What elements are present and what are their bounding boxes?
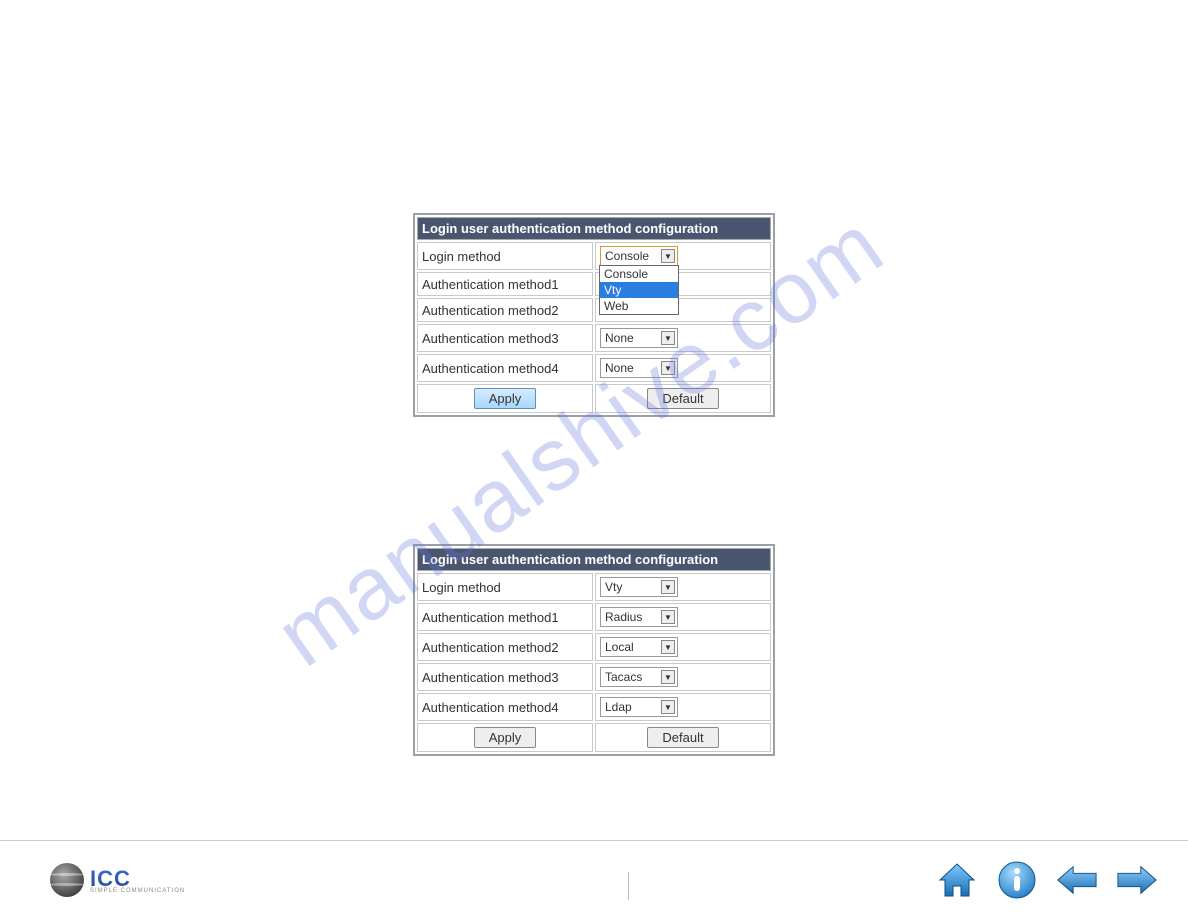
select-value: Local <box>605 640 634 654</box>
table2-row-label: Authentication method3 <box>417 663 593 691</box>
info-icon[interactable] <box>996 859 1038 901</box>
logo-sub: SIMPLE COMMUNICATION <box>90 888 185 894</box>
select-value: Radius <box>605 610 642 624</box>
footer: ICC SIMPLE COMMUNICATION <box>0 840 1188 918</box>
table1-row-label: Authentication method2 <box>417 298 593 322</box>
select-value: Tacacs <box>605 670 642 684</box>
auth-method2-select[interactable]: Local ▼ <box>600 637 678 657</box>
logo: ICC SIMPLE COMMUNICATION <box>50 863 185 897</box>
select-value: Console <box>605 249 649 263</box>
auth-config-table-1: Login user authentication method configu… <box>413 213 775 417</box>
table2-row-label: Authentication method2 <box>417 633 593 661</box>
auth-config-table-2: Login user authentication method configu… <box>413 544 775 756</box>
login-method-select[interactable]: Vty ▼ <box>600 577 678 597</box>
apply-button[interactable]: Apply <box>474 727 537 748</box>
table1-row-label: Login method <box>417 242 593 270</box>
login-method-dropdown[interactable]: Console Vty Web <box>599 265 679 315</box>
table1-row-label: Authentication method1 <box>417 272 593 296</box>
chevron-down-icon: ▼ <box>661 610 675 624</box>
chevron-down-icon: ▼ <box>661 700 675 714</box>
chevron-down-icon: ▼ <box>661 670 675 684</box>
select-value: None <box>605 361 634 375</box>
page-separator <box>628 872 629 900</box>
chevron-down-icon: ▼ <box>661 640 675 654</box>
dropdown-option[interactable]: Vty <box>600 282 678 298</box>
table1-title: Login user authentication method configu… <box>417 217 771 240</box>
logo-text: ICC <box>90 866 131 891</box>
table2-row-label: Login method <box>417 573 593 601</box>
auth-method3-select[interactable]: None ▼ <box>600 328 678 348</box>
home-icon[interactable] <box>936 859 978 901</box>
chevron-down-icon: ▼ <box>661 249 675 263</box>
chevron-down-icon: ▼ <box>661 331 675 345</box>
default-button[interactable]: Default <box>647 727 718 748</box>
nav-icons <box>936 859 1158 901</box>
select-value: Ldap <box>605 700 632 714</box>
chevron-down-icon: ▼ <box>661 361 675 375</box>
dropdown-option[interactable]: Web <box>600 298 678 314</box>
auth-method1-select[interactable]: Radius ▼ <box>600 607 678 627</box>
auth-method4-select[interactable]: None ▼ <box>600 358 678 378</box>
table2-row-label: Authentication method4 <box>417 693 593 721</box>
apply-button[interactable]: Apply <box>474 388 537 409</box>
auth-method4-select[interactable]: Ldap ▼ <box>600 697 678 717</box>
login-method-select[interactable]: Console ▼ <box>600 246 678 266</box>
globe-icon <box>50 863 84 897</box>
table2-row-label: Authentication method1 <box>417 603 593 631</box>
select-value: None <box>605 331 634 345</box>
default-button[interactable]: Default <box>647 388 718 409</box>
table2-title: Login user authentication method configu… <box>417 548 771 571</box>
next-arrow-icon[interactable] <box>1116 859 1158 901</box>
table1-row-label: Authentication method3 <box>417 324 593 352</box>
dropdown-option[interactable]: Console <box>600 266 678 282</box>
prev-arrow-icon[interactable] <box>1056 859 1098 901</box>
auth-method3-select[interactable]: Tacacs ▼ <box>600 667 678 687</box>
select-value: Vty <box>605 580 622 594</box>
chevron-down-icon: ▼ <box>661 580 675 594</box>
table1-row-label: Authentication method4 <box>417 354 593 382</box>
